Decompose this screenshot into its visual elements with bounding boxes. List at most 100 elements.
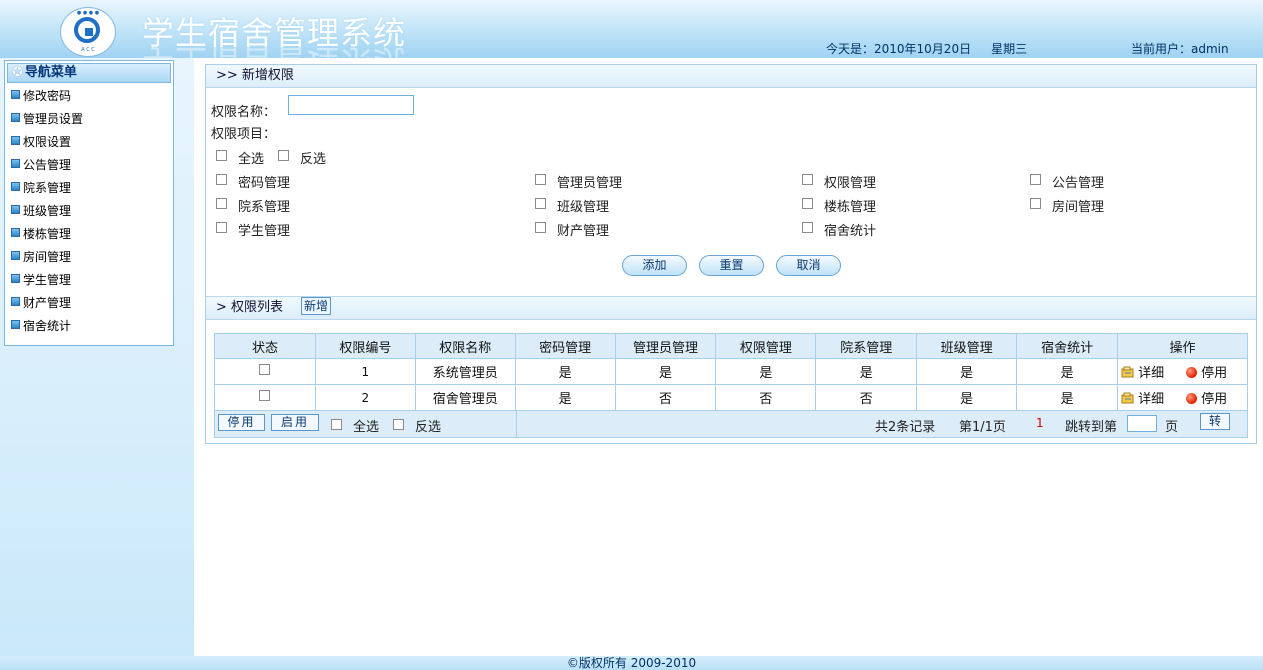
footer-divider — [516, 411, 517, 437]
nav-item-property[interactable]: 财产管理 — [5, 292, 173, 315]
total-records: 共2条记录 — [875, 420, 936, 435]
nav-item-label: 院系管理 — [23, 181, 72, 195]
perm-item-checkbox[interactable] — [216, 198, 227, 209]
detail-icon — [1121, 392, 1134, 404]
perm-id-cell: 2 — [314, 384, 416, 411]
row-checkbox[interactable] — [259, 390, 271, 401]
permission-list-title: > 权限列表 — [216, 300, 284, 315]
nav-item-change-password[interactable]: 修改密码 — [5, 85, 173, 108]
table-header-row: 状态 权限编号 权限名称 密码管理 管理员管理 权限管理 院系管理 班级管理 宿… — [214, 333, 1248, 359]
square-bullet-icon — [11, 251, 20, 260]
nav-item-buildings[interactable]: 楼栋管理 — [5, 223, 173, 246]
reset-button[interactable]: 重置 — [699, 255, 764, 276]
add-permission-form: 权限名称： 权限项目： 全选 反选 密码管理 管理员管理 权限管理 公告管理 院… — [206, 88, 1256, 296]
left-sidebar: ✪ 导航菜单 修改密码 管理员设置 权限设置 公告管理 院系管理 班级管理 楼栋管… — [0, 58, 194, 656]
perm-item-checkbox[interactable] — [802, 198, 813, 209]
perm-item-label: 班级管理 — [557, 200, 610, 215]
perm-value-cell: 否 — [815, 384, 918, 411]
nav-item-label: 财产管理 — [23, 296, 72, 310]
perm-item-label: 宿舍统计 — [824, 224, 877, 239]
nav-item-label: 学生管理 — [23, 273, 72, 287]
perm-item-checkbox[interactable] — [535, 222, 546, 233]
perm-name-cell: 宿舍管理员 — [414, 384, 516, 411]
logo-arc-text: ● ● ● ● — [76, 10, 100, 16]
operation-cell: 详细 停用 — [1117, 384, 1248, 411]
detail-link[interactable]: 详细 — [1138, 366, 1164, 381]
header-banner: ● ● ● ● A C C 学生宿舍管理系统 学生宿舍管理系统 今天是：2010… — [0, 0, 1263, 58]
page-info: 第1/1页 — [959, 420, 1006, 435]
jump-label: 跳转到第 — [1065, 420, 1118, 435]
column-header: 管理员管理 — [614, 333, 717, 359]
perm-item-checkbox[interactable] — [1030, 198, 1041, 209]
column-header: 操作 — [1117, 333, 1248, 359]
square-bullet-icon — [11, 90, 20, 99]
square-bullet-icon — [11, 113, 20, 122]
nav-item-announcements[interactable]: 公告管理 — [5, 154, 173, 177]
main-panel: >> 新增权限 权限名称： 权限项目： 全选 反选 密码管理 管理员管理 权限管… — [205, 64, 1257, 444]
perm-name-input[interactable] — [288, 95, 414, 115]
operation-cell: 详细 停用 — [1117, 358, 1248, 385]
current-user: 当前用户：admin — [1131, 42, 1229, 56]
footer-select-all-checkbox[interactable] — [331, 419, 342, 430]
disable-button[interactable]: 停用 — [218, 414, 265, 431]
page-number-link[interactable]: 1 — [1036, 416, 1044, 430]
perm-item-checkbox[interactable] — [535, 198, 546, 209]
row-checkbox[interactable] — [259, 364, 271, 375]
nav-item-label: 班级管理 — [23, 204, 72, 218]
nav-item-students[interactable]: 学生管理 — [5, 269, 173, 292]
go-button[interactable]: 转 — [1200, 413, 1230, 430]
square-bullet-icon — [11, 320, 20, 329]
perm-value-cell: 是 — [514, 384, 616, 411]
square-bullet-icon — [11, 228, 20, 237]
stop-icon — [1186, 367, 1198, 378]
enable-button[interactable]: 启用 — [271, 414, 319, 431]
logo-bottom-text: A C C — [81, 47, 95, 53]
perm-value-cell: 否 — [614, 384, 717, 411]
select-all-checkbox[interactable] — [216, 150, 227, 161]
add-button[interactable]: 添加 — [622, 255, 687, 276]
perm-item-label: 院系管理 — [238, 200, 291, 215]
perm-item-label: 公告管理 — [1052, 176, 1105, 191]
perm-item-checkbox[interactable] — [802, 222, 813, 233]
perm-item-checkbox[interactable] — [216, 174, 227, 185]
nav-item-departments[interactable]: 院系管理 — [5, 177, 173, 200]
perm-item-label: 楼栋管理 — [824, 200, 877, 215]
detail-icon — [1121, 366, 1134, 378]
perm-item-checkbox[interactable] — [802, 174, 813, 185]
detail-link[interactable]: 详细 — [1138, 392, 1164, 407]
perm-item-checkbox[interactable] — [1030, 174, 1041, 185]
site-title-reflection: 学生宿舍管理系统 — [142, 40, 406, 58]
nav-item-permission-settings[interactable]: 权限设置 — [5, 131, 173, 154]
new-button[interactable]: 新增 — [301, 297, 332, 315]
select-all-label: 全选 — [238, 152, 265, 167]
column-header: 密码管理 — [514, 333, 616, 359]
stop-link[interactable]: 停用 — [1201, 392, 1227, 407]
jump-page-input[interactable] — [1127, 415, 1157, 432]
invert-label: 反选 — [300, 152, 327, 167]
column-header: 宿舍统计 — [1016, 333, 1119, 359]
perm-item-checkbox[interactable] — [216, 222, 227, 233]
perm-item-checkbox[interactable] — [535, 174, 546, 185]
nav-item-admin-settings[interactable]: 管理员设置 — [5, 108, 173, 131]
perm-item-label: 学生管理 — [238, 224, 291, 239]
nav-item-label: 管理员设置 — [23, 112, 84, 126]
nav-item-label: 楼栋管理 — [23, 227, 72, 241]
stop-link[interactable]: 停用 — [1201, 366, 1227, 381]
perm-items-label: 权限项目： — [211, 127, 277, 142]
cancel-button[interactable]: 取消 — [776, 255, 841, 276]
footer-invert-checkbox[interactable] — [393, 419, 404, 430]
footer-invert-label: 反选 — [415, 420, 442, 435]
page-unit-label: 页 — [1165, 420, 1179, 435]
column-header: 权限名称 — [414, 333, 516, 359]
invert-checkbox[interactable] — [278, 150, 289, 161]
square-bullet-icon — [11, 297, 20, 306]
perm-value-cell: 是 — [1016, 358, 1119, 385]
date-label: 今天是：2010年10月20日 — [826, 42, 972, 56]
nav-item-rooms[interactable]: 房间管理 — [5, 246, 173, 269]
nav-item-dorm-statistics[interactable]: 宿舍统计 — [5, 315, 173, 338]
permission-list-header: > 权限列表 新增 — [206, 296, 1256, 320]
square-bullet-icon — [11, 205, 20, 214]
status-cell — [214, 384, 316, 411]
nav-item-classes[interactable]: 班级管理 — [5, 200, 173, 223]
column-header: 权限管理 — [715, 333, 817, 359]
